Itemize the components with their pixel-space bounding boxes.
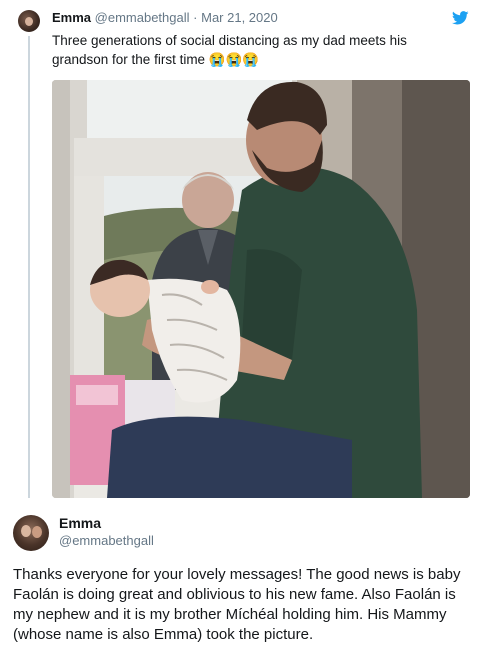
author-avatar[interactable] [18,10,40,32]
reply-tweet-text: Thanks everyone for your lovely messages… [13,566,461,643]
tweet-date[interactable]: Mar 21, 2020 [201,10,278,25]
reply-author-avatar[interactable] [13,515,49,551]
tweet-text: Three generations of social distancing a… [52,33,407,67]
header-separator: · [193,10,198,25]
quoted-tweet: Emma @emmabethgall · Mar 21, 2020 Three … [0,0,482,505]
reply-author-name[interactable]: Emma [59,515,101,532]
tweet-header: Emma @emmabethgall · Mar 21, 2020 [52,10,278,26]
twitter-bird-icon[interactable] [452,11,469,25]
author-name[interactable]: Emma [52,10,91,25]
photo-illustration [52,80,470,498]
author-handle[interactable]: @emmabethgall [95,10,190,25]
reply-author-handle[interactable]: @emmabethgall [59,533,154,549]
thread-line [28,36,30,498]
tweet-photo[interactable] [52,80,470,498]
